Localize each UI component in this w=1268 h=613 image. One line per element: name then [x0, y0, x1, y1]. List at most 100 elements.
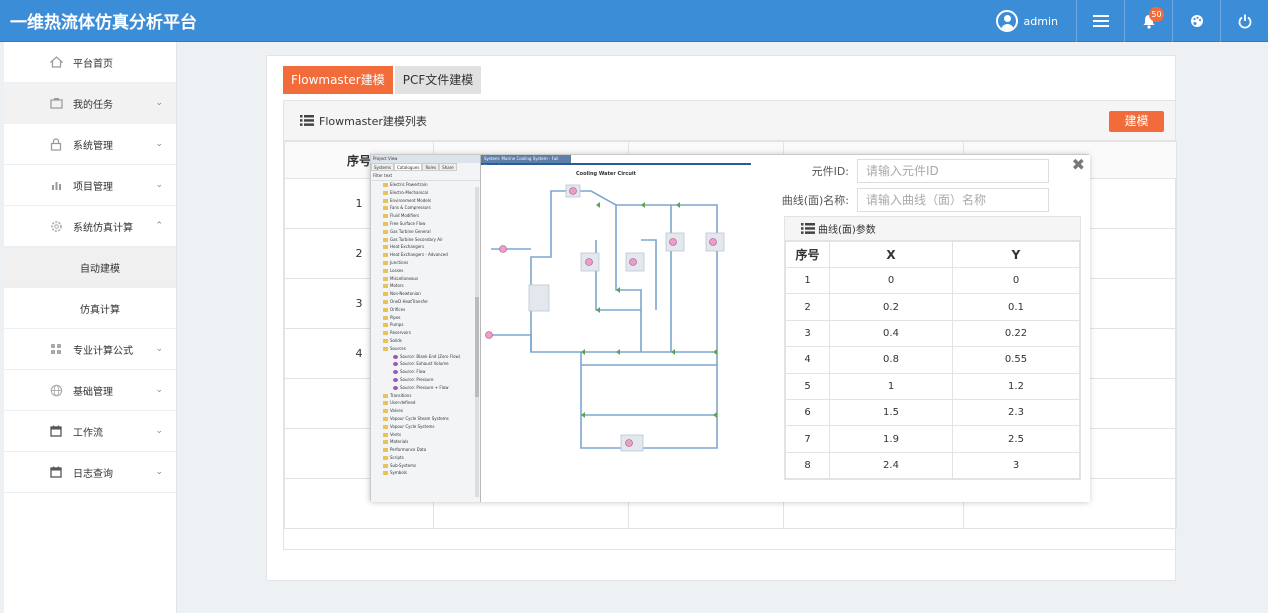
tree-label: Miscellaneous: [390, 275, 419, 281]
folder-icon: [383, 190, 388, 195]
param-y: 0.1: [952, 293, 1080, 321]
sidebar-item-system-admin[interactable]: 系统管理 ⌄: [4, 124, 176, 165]
tree-label: Gas Turbine Secondary Air: [390, 236, 443, 242]
tree-folder[interactable]: Sub-Systems: [371, 462, 480, 470]
sidebar-subitem-simulation-calc[interactable]: 仿真计算: [4, 288, 176, 329]
tree-label: Non-Newtonian: [390, 291, 421, 297]
tree-folder[interactable]: Losses: [371, 267, 480, 275]
sidebar-item-projects[interactable]: 项目管理 ⌄: [4, 165, 176, 206]
tree-folder[interactable]: Performance Data: [371, 446, 480, 454]
tree-folder[interactable]: Motors: [371, 282, 480, 290]
tree-label: Source: Blank End (Zero Flow): [400, 353, 461, 359]
tree-label: Source: Flow: [400, 369, 426, 375]
tree-label: Fluid Modifiers: [390, 213, 420, 219]
close-icon[interactable]: ✖: [1072, 157, 1085, 173]
build-model-button[interactable]: 建模: [1109, 111, 1164, 132]
tree-folder[interactable]: Sources: [371, 345, 480, 353]
folder-icon: [383, 284, 388, 289]
user-menu[interactable]: admin: [995, 10, 1058, 32]
tree-label: Scripts: [390, 454, 404, 460]
tree-folder[interactable]: OneD HeatTransfer: [371, 298, 480, 306]
grid-icon: [48, 341, 64, 357]
sidebar-item-formulas[interactable]: 专业计算公式 ⌄: [4, 329, 176, 370]
theme-button[interactable]: [1172, 0, 1220, 42]
tree-folder[interactable]: Pumps: [371, 321, 480, 329]
tree-tab[interactable]: Share: [439, 163, 457, 171]
tree-folder[interactable]: Fluid Modifiers: [371, 212, 480, 220]
folder-icon: [383, 268, 388, 273]
param-index: 7: [785, 425, 830, 453]
tree-leaf[interactable]: Source: Pressure + Flow: [371, 384, 480, 392]
tree-folder[interactable]: Gas Turbine Secondary Air: [371, 236, 480, 244]
tree-label: Electric Powertrain: [390, 182, 428, 187]
tree-folder[interactable]: Non-Newtonian: [371, 290, 480, 298]
sidebar-item-basic-admin[interactable]: 基础管理 ⌄: [4, 370, 176, 411]
tree-folder[interactable]: Heat Exchangers: [371, 243, 480, 251]
param-index: 2: [785, 293, 830, 321]
calendar-icon: [48, 464, 64, 480]
tree-folder[interactable]: Reservoirs: [371, 329, 480, 337]
menu-toggle-button[interactable]: [1076, 0, 1124, 42]
tree-leaf[interactable]: Source: Exhaust Volume: [371, 360, 480, 368]
component-id-input[interactable]: [857, 159, 1049, 183]
tab-flowmaster[interactable]: Flowmaster建模: [283, 66, 393, 94]
tab-pcf[interactable]: PCF文件建模: [394, 66, 482, 94]
tree-folder[interactable]: Junctions: [371, 259, 480, 267]
tree-folder[interactable]: Scripts: [371, 454, 480, 462]
tree-folder[interactable]: Electric Powertrain: [371, 181, 480, 189]
logout-button[interactable]: [1220, 0, 1268, 42]
palette-icon: [1190, 15, 1203, 27]
sidebar-item-simulation[interactable]: 系统仿真计算 ⌃: [4, 206, 176, 247]
tree-folder[interactable]: Miscellaneous: [371, 275, 480, 283]
tree-folder[interactable]: Pipes: [371, 314, 480, 322]
sidebar-item-home[interactable]: 平台首页: [4, 42, 176, 83]
sidebar-item-logs[interactable]: 日志查询 ⌄: [4, 452, 176, 493]
hamburger-icon: [1092, 15, 1109, 27]
tree-folder[interactable]: Solids: [371, 337, 480, 345]
tree-scrollbar[interactable]: [475, 187, 479, 497]
tree-search[interactable]: Filter text: [371, 171, 480, 181]
sidebar-item-my-tasks[interactable]: 我的任务 ⌄: [4, 83, 176, 124]
folder-icon: [383, 448, 388, 453]
tree-label: Performance Data: [390, 447, 427, 453]
tree-folder[interactable]: Gas Turbine General: [371, 228, 480, 236]
tree-folder[interactable]: Fans & Compressors: [371, 204, 480, 212]
tree-folder[interactable]: Vapour Cycle Steam Systems: [371, 415, 480, 423]
tree-label: Source: Pressure + Flow: [400, 384, 449, 390]
tree-folder[interactable]: Vents: [371, 431, 480, 439]
list-icon: [300, 115, 314, 126]
folder-icon: [383, 206, 388, 211]
sidebar-subitem-auto-modeling[interactable]: 自动建模: [4, 247, 176, 288]
param-x: 0: [829, 266, 953, 295]
tree-folder[interactable]: Electro-Mechanical: [371, 189, 480, 197]
sidebar-item-workflow[interactable]: 工作流 ⌄: [4, 411, 176, 452]
tree-folder[interactable]: Transitions: [371, 392, 480, 400]
tree-folder[interactable]: Environment Models: [371, 197, 480, 205]
params-row: 5 1 1.2: [785, 372, 1080, 400]
param-y: 3: [952, 451, 1080, 480]
tree-tab[interactable]: Systems: [371, 163, 394, 171]
curve-name-input[interactable]: [857, 188, 1049, 212]
component-icon: [393, 385, 398, 390]
diagram-tab[interactable]: System: Marine Cooling System - Full Net…: [481, 155, 571, 169]
tree-folder[interactable]: Heat Exchangers - Advanced: [371, 251, 480, 259]
tree-folder[interactable]: Symbols: [371, 469, 480, 477]
tree-folder[interactable]: Vapour Cycle Systems: [371, 423, 480, 431]
tree-folder[interactable]: Free Surface Flow: [371, 220, 480, 228]
tree-folder[interactable]: User-defined: [371, 399, 480, 407]
tree-leaf[interactable]: Source: Blank End (Zero Flow): [371, 353, 480, 361]
tree-label: Source: Pressure: [400, 376, 434, 382]
tree-label: Vapour Cycle Steam Systems: [390, 415, 449, 421]
component-nodes: [485, 187, 717, 447]
notifications-button[interactable]: 50: [1124, 0, 1172, 42]
tree-folder[interactable]: Valves: [371, 407, 480, 415]
tree-leaf[interactable]: Source: Flow: [371, 368, 480, 376]
params-row: 2 0.2 0.1: [785, 293, 1080, 321]
tree-leaf[interactable]: Source: Pressure: [371, 376, 480, 384]
tree-tab[interactable]: Catalogues: [394, 163, 423, 171]
tree-folder[interactable]: Materials: [371, 438, 480, 446]
tree-label: Free Surface Flow: [390, 220, 426, 226]
tree-tab[interactable]: Roles: [422, 163, 440, 171]
tree-folder[interactable]: Orifices: [371, 306, 480, 314]
param-x: 1: [829, 372, 953, 400]
